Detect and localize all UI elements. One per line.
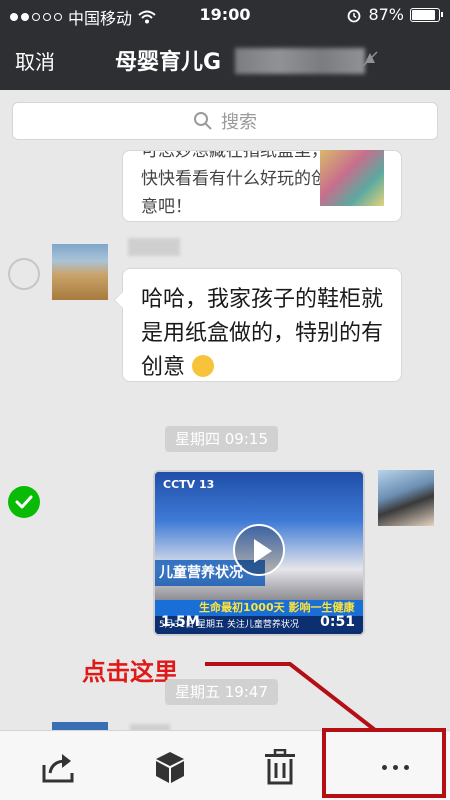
- sender-name-redacted: [128, 238, 180, 256]
- search-area: 搜索: [0, 90, 450, 150]
- battery-percent: 87%: [368, 5, 404, 24]
- time-divider: 星期五 19:47: [165, 679, 278, 705]
- status-bar: 中国移动 19:00 87%: [0, 0, 450, 30]
- title-redacted: [235, 48, 365, 74]
- alarm-icon: [348, 9, 361, 22]
- highlight-box: [322, 728, 446, 798]
- time-divider: 星期四 09:15: [165, 426, 278, 452]
- checkmark-icon: [15, 495, 33, 509]
- nav-bar: 取消 母婴育儿G: [0, 30, 450, 90]
- select-checkbox[interactable]: [8, 258, 40, 290]
- status-right: 87%: [346, 5, 443, 24]
- search-icon: [194, 112, 212, 130]
- share-icon[interactable]: [40, 749, 76, 785]
- mute-icon: [362, 51, 378, 67]
- avatar[interactable]: [378, 470, 434, 526]
- video-message[interactable]: CCTV 13 儿童营养状况 生命最初1000天 影响一生健康 5月31日 星期…: [153, 470, 365, 636]
- video-size: 1.5M: [161, 614, 200, 630]
- link-thumbnail: [320, 150, 384, 206]
- avatar[interactable]: [52, 244, 108, 300]
- play-icon[interactable]: [233, 524, 285, 576]
- annotation-text: 点击这里: [82, 658, 178, 686]
- emoji-icon: [192, 355, 215, 377]
- video-duration: 0:51: [320, 614, 355, 630]
- trash-icon[interactable]: [262, 749, 298, 785]
- battery-icon: [410, 7, 443, 22]
- message-bubble[interactable]: 哈哈，我家孩子的鞋柜就是用纸盒做的，特别的有创意: [114, 268, 402, 382]
- search-placeholder: 搜索: [221, 112, 257, 133]
- chat-title: 母婴育儿G: [115, 50, 222, 75]
- cancel-button[interactable]: 取消: [15, 46, 55, 75]
- select-checkbox-checked[interactable]: [8, 486, 40, 518]
- search-input[interactable]: 搜索: [12, 102, 438, 140]
- message-text: 可怎妙想藏在指纸盒里，快快看看有什么好玩的创意吧！: [141, 150, 328, 217]
- channel-logo: CCTV 13: [163, 478, 215, 491]
- box-icon[interactable]: [152, 749, 188, 785]
- message-text: 哈哈，我家孩子的鞋柜就是用纸盒做的，特别的有创意: [141, 287, 384, 380]
